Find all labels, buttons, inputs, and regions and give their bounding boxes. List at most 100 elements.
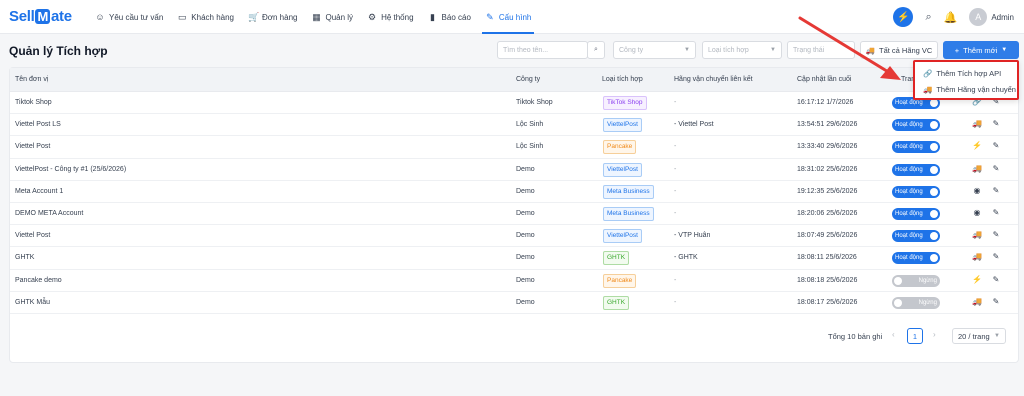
view-icon[interactable]: ◉ xyxy=(972,208,982,217)
search-input[interactable]: Tìm theo tên... xyxy=(497,41,588,59)
cell-updated: 13:33:40 29/6/2026 xyxy=(797,143,858,151)
nav-item-1[interactable]: ▭ Khách hàng xyxy=(170,0,241,34)
carrier-filter-label: Tất cả Hãng VC xyxy=(878,45,933,55)
truck-icon[interactable]: 🚚 xyxy=(972,252,982,261)
truck-icon[interactable]: 🚚 xyxy=(972,119,982,128)
add-new-dropdown: 🔗 Thêm Tích hợp API 🚚 Thêm Hãng vận chuyển xyxy=(913,60,1019,100)
total-records: Tổng 10 bản ghi xyxy=(828,332,883,341)
cell-name: Tiktok Shop xyxy=(15,99,52,106)
status-toggle[interactable]: Hoạt động xyxy=(892,119,940,132)
status-toggle[interactable]: Hoạt động xyxy=(892,252,940,265)
truck-icon[interactable]: 🚚 xyxy=(972,230,982,239)
cell-company: Demo xyxy=(516,232,535,240)
nav-item-5[interactable]: ▮ Báo cáo xyxy=(421,0,478,34)
status-label: Hoạt động xyxy=(895,211,923,217)
nav-item-label: Cấu hình xyxy=(498,12,532,22)
cell-carrier: - xyxy=(674,143,677,151)
table-row[interactable]: Pancake demo Demo Pancake - 18:08:18 25/6/20… xyxy=(10,270,1018,292)
link-icon: 🔗 xyxy=(923,69,933,78)
status-toggle[interactable]: Hoạt động xyxy=(892,208,940,220)
edit-icon[interactable]: ✎ xyxy=(991,208,1001,217)
toggle-knob xyxy=(930,187,938,196)
next-page-icon[interactable]: › xyxy=(933,330,936,339)
type-badge: Pancake xyxy=(603,140,637,155)
search-icon[interactable]: ⌕ xyxy=(925,11,931,24)
toggle-knob xyxy=(930,99,938,107)
bell-icon[interactable]: 🔔 xyxy=(944,11,958,24)
prev-page-icon[interactable]: ‹ xyxy=(892,330,895,339)
nav-item-0[interactable]: ☺ Yêu cầu tư vấn xyxy=(88,0,170,34)
logo-mark: M xyxy=(35,9,51,24)
search-icon[interactable]: ⌕ xyxy=(587,41,605,59)
toggle-knob xyxy=(930,165,938,174)
cell-carrier: - xyxy=(674,165,677,173)
cell-updated: 13:54:51 29/6/2026 xyxy=(797,121,858,129)
status-toggle[interactable]: Hoạt động xyxy=(892,141,940,154)
edit-icon[interactable]: ✎ xyxy=(991,186,1001,195)
status-select[interactable]: Trạng thái xyxy=(787,41,855,59)
smile-icon: ☺ xyxy=(95,12,105,22)
avatar[interactable]: A xyxy=(969,8,988,26)
type-badge: Pancake xyxy=(603,273,637,288)
table-row[interactable]: Meta Account 1 Demo Meta Business - 19:12:35… xyxy=(10,181,1018,203)
toggle-knob xyxy=(894,298,902,307)
bolt-icon[interactable]: ⚡ xyxy=(972,141,982,150)
cell-carrier: - VTP Huân xyxy=(674,232,711,240)
table-row[interactable]: DEMO META Account Demo Meta Business - 18:20… xyxy=(10,203,1018,226)
header-type: Loại tích hợp xyxy=(602,76,643,83)
edit-icon[interactable]: ✎ xyxy=(991,164,1001,173)
status-label: Hoạt động xyxy=(895,188,923,195)
edit-icon[interactable]: ✎ xyxy=(991,275,1001,284)
add-new-button[interactable]: + Thêm mới ▼ xyxy=(943,41,1019,59)
status-toggle[interactable]: Hoạt động xyxy=(892,230,940,243)
truck-icon[interactable]: 🚚 xyxy=(972,164,982,173)
type-select[interactable]: Loại tích hợp ▼ xyxy=(702,41,782,59)
nav-item-4[interactable]: ⚙ Hệ thống xyxy=(360,0,420,34)
status-toggle[interactable]: Hoạt động xyxy=(892,185,940,198)
company-select[interactable]: Công ty ▼ xyxy=(613,41,696,59)
nav-item-3[interactable]: ▦ Quản lý xyxy=(304,0,360,34)
logo-text-2: ate xyxy=(51,8,72,25)
edit-icon[interactable]: ✎ xyxy=(991,141,1001,150)
quick-action-bolt-icon[interactable]: ⚡ xyxy=(893,7,914,27)
edit-icon[interactable]: ✎ xyxy=(991,252,1001,261)
table-row[interactable]: Viettel Post Lộc Sinh Pancake - 13:33:40 29/… xyxy=(10,136,1018,159)
app-logo[interactable]: Sell Mate xyxy=(9,8,72,25)
status-label: Hoạt động xyxy=(895,144,923,151)
nav-item-label: Quản lý xyxy=(325,12,354,22)
bolt-icon[interactable]: ⚡ xyxy=(972,275,982,284)
cell-company: Lộc Sinh xyxy=(516,121,544,129)
table-row[interactable]: GHTK Demo GHTK - GHTK 18:08:11 25/6/2026 Hoạt… xyxy=(10,247,1018,270)
table-row[interactable]: Viettel Post Demo ViettelPost - VTP Huân 18:… xyxy=(10,225,1018,248)
menu-item-add-carrier[interactable]: 🚚 Thêm Hãng vận chuyển xyxy=(923,85,1016,94)
edit-icon[interactable]: ✎ xyxy=(991,230,1001,239)
page-number[interactable]: 1 xyxy=(907,328,923,344)
table-row[interactable]: GHTK Mẫu Demo GHTK - 18:08:17 25/6/2026 Ngừng… xyxy=(10,292,1018,314)
page-size-select[interactable]: 20 / trang ▼ xyxy=(952,328,1006,344)
truck-icon[interactable]: 🚚 xyxy=(972,297,982,306)
view-icon[interactable]: ◉ xyxy=(972,186,982,195)
edit-icon[interactable]: ✎ xyxy=(991,119,1001,128)
table-row[interactable]: ViettelPost - Công ty #1 (25/6/2026) Demo… xyxy=(10,159,1018,181)
carrier-filter-button[interactable]: 🚚 Tất cả Hãng VC xyxy=(860,41,938,59)
toggle-knob xyxy=(930,232,938,241)
toggle-knob xyxy=(930,143,938,152)
cart-icon: 🛒 xyxy=(247,11,260,22)
edit-icon[interactable]: ✎ xyxy=(991,297,1001,306)
table-row[interactable]: Viettel Post LS Lộc Sinh ViettelPost - Viet… xyxy=(10,114,1018,137)
nav-item-2[interactable]: 🛒 Đơn hàng xyxy=(241,0,305,34)
menu-item-add-api[interactable]: 🔗 Thêm Tích hợp API xyxy=(923,69,1001,78)
type-badge: Meta Business xyxy=(603,207,654,221)
main-nav: ☺ Yêu cầu tư vấn ▭ Khách hàng 🛒 Đơn hàng ▦ Quản… xyxy=(88,0,538,34)
status-toggle[interactable]: Hoạt động xyxy=(892,163,940,176)
report-icon: ▮ xyxy=(430,11,435,22)
user-name[interactable]: Admin xyxy=(991,13,1014,22)
status-toggle[interactable]: Ngừng xyxy=(892,296,940,309)
integration-table: Tên đơn vị Công ty Loại tích hợp Hãng vậ… xyxy=(9,67,1019,363)
header-name: Tên đơn vị xyxy=(15,76,49,83)
table-row[interactable]: Tiktok Shop Tiktok Shop TikTok Shop - 16:17:… xyxy=(10,92,1018,115)
search-placeholder: Tìm theo tên... xyxy=(503,46,549,54)
status-toggle[interactable]: Ngừng xyxy=(892,274,940,287)
plus-icon: + xyxy=(954,45,960,55)
nav-item-6[interactable]: ✎ Cấu hình xyxy=(478,0,538,34)
